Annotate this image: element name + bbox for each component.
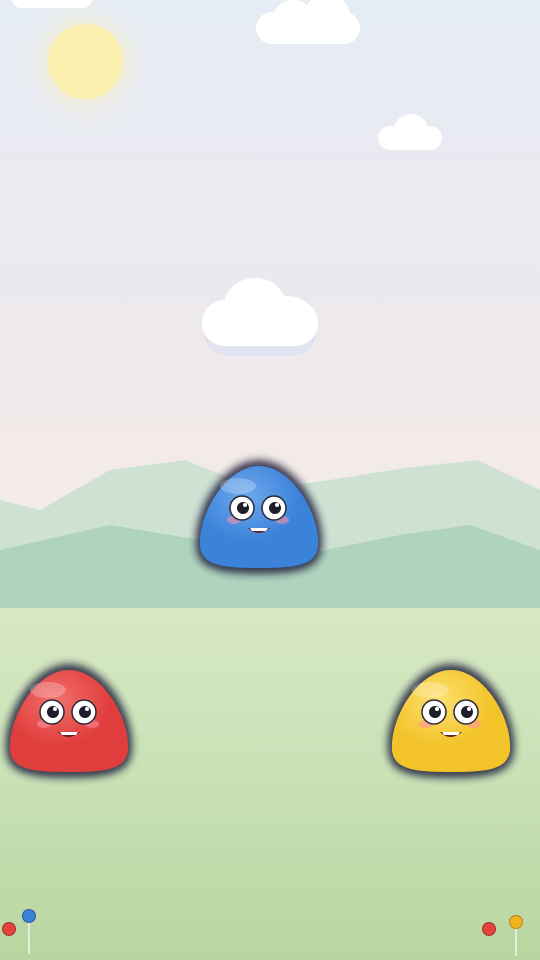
blue-slime-glint-left <box>243 503 247 507</box>
yellow-slime-teeth <box>442 732 460 735</box>
marker-left-red <box>2 922 16 936</box>
yellow-slime-pupil-left <box>429 706 441 718</box>
sun <box>48 24 123 99</box>
yellow-slime-graphic <box>387 664 515 778</box>
marker-left-blue <box>22 909 36 923</box>
game-stage <box>0 0 540 960</box>
red-slime-body <box>9 670 129 772</box>
yellow-slime-shine <box>412 682 448 698</box>
red-slime-pupil-left <box>47 706 59 718</box>
red-slime-shine <box>30 682 66 698</box>
marker-right-yellow <box>509 915 523 929</box>
red-slime-teeth <box>60 732 78 735</box>
marker-right-red <box>482 922 496 936</box>
red-slime-graphic <box>5 664 133 778</box>
blue-slime-graphic <box>195 460 323 574</box>
blue-slime-glint-right <box>275 503 279 507</box>
yellow-slime-glint-left <box>435 707 439 711</box>
blue-slime[interactable] <box>186 452 332 578</box>
marker-left-stick <box>28 922 30 954</box>
cloud-top-center <box>256 0 360 46</box>
yellow-slime-glint-right <box>467 707 471 711</box>
red-slime[interactable] <box>0 656 142 782</box>
yellow-slime-pupil-right <box>461 706 473 718</box>
blue-slime-shine <box>220 478 256 494</box>
blue-slime-teeth <box>250 528 268 531</box>
red-slime-glint-left <box>53 707 57 711</box>
yellow-slime[interactable] <box>378 656 524 782</box>
blue-slime-pupil-right <box>269 502 281 514</box>
cloud-top-left <box>12 0 92 8</box>
cloud-small-right <box>378 114 442 150</box>
red-slime-pupil-right <box>79 706 91 718</box>
cloud-center <box>202 278 318 356</box>
red-slime-glint-right <box>85 707 89 711</box>
yellow-slime-body <box>391 670 511 772</box>
blue-slime-body <box>199 466 319 568</box>
blue-slime-pupil-left <box>237 502 249 514</box>
marker-right-stick <box>515 928 517 956</box>
